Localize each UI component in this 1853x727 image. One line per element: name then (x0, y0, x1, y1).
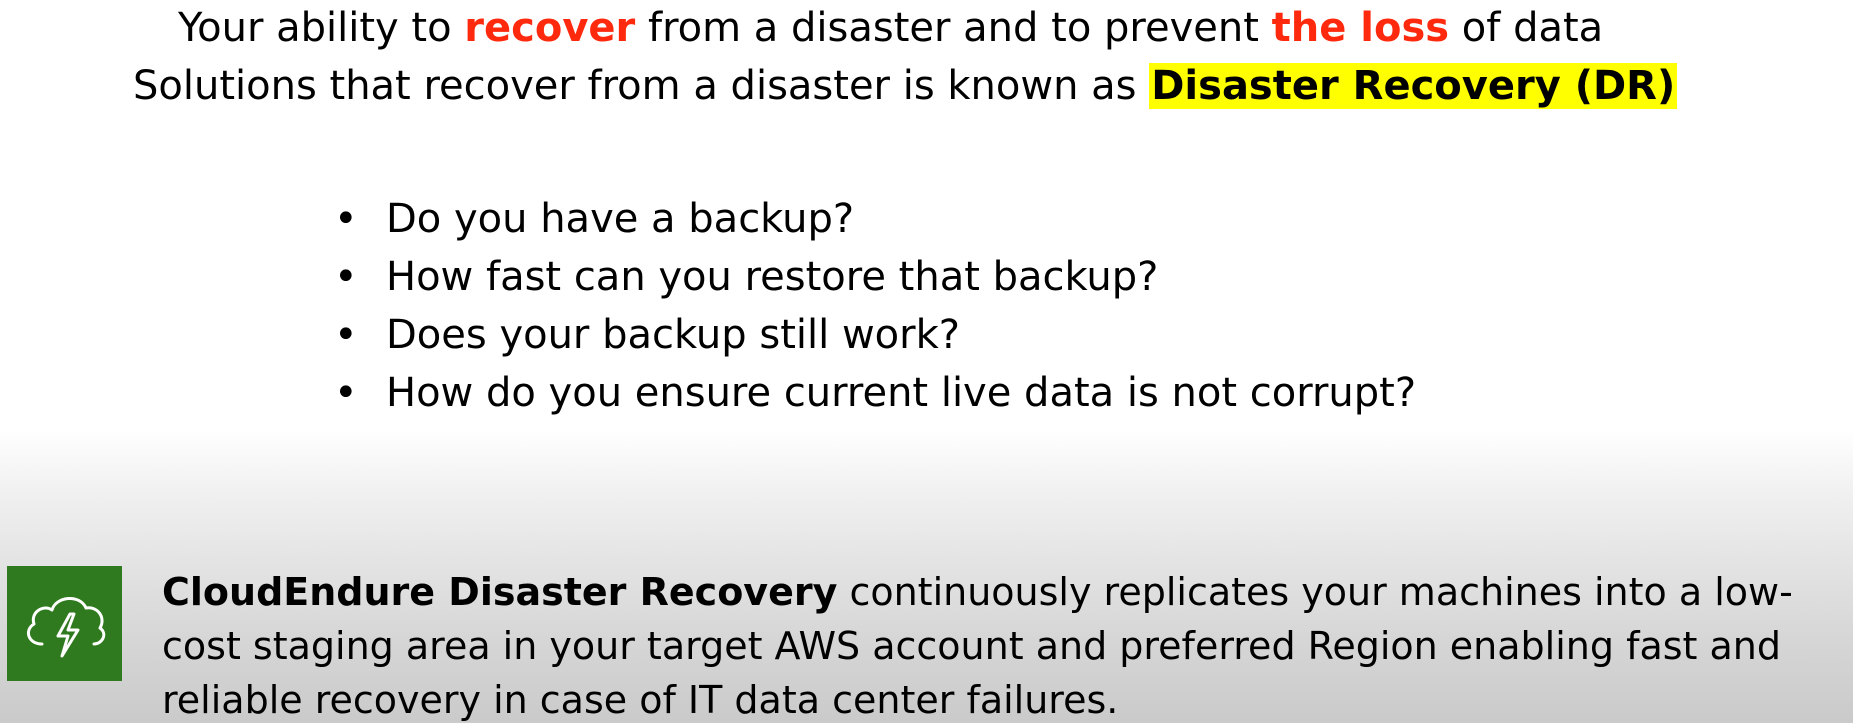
question-text: How fast can you restore that backup? (386, 254, 1159, 300)
headline-suffix: of data (1449, 5, 1604, 51)
headline-line-2: Solutions that recover from a disaster i… (133, 58, 1853, 114)
bullet-icon: • (334, 254, 358, 300)
question-list: • Do you have a backup? • How fast can you… (330, 190, 1416, 422)
cloud-lightning-icon-graphic (26, 596, 105, 657)
bullet-icon: • (334, 196, 358, 242)
headline-middle: from a disaster and to prevent (635, 5, 1272, 51)
list-item: • How fast can you restore that backup? (330, 248, 1416, 306)
list-item: • How do you ensure current live data is … (330, 364, 1416, 422)
service-name: CloudEndure Disaster Recovery (162, 570, 838, 614)
dr-highlight: Disaster Recovery (DR) (1149, 63, 1678, 109)
list-item: • Does your backup still work? (330, 306, 1416, 364)
list-item: • Do you have a backup? (330, 190, 1416, 248)
emphasis-the-loss: the loss (1271, 5, 1450, 51)
service-description: CloudEndure Disaster Recovery continuous… (162, 565, 1822, 727)
question-text: How do you ensure current live data is n… (386, 370, 1417, 416)
question-text: Do you have a backup? (386, 196, 855, 242)
bullet-icon: • (334, 370, 358, 416)
cloud-lightning-icon (7, 566, 122, 681)
headline-prefix: Your ability to (178, 5, 465, 51)
headline-line-2-prefix: Solutions that recover from a disaster i… (133, 63, 1150, 109)
headline-line-1: Your ability to recover from a disaster … (178, 0, 1853, 56)
emphasis-recover: recover (464, 5, 636, 51)
question-text: Does your backup still work? (386, 312, 960, 358)
bullet-icon: • (334, 312, 358, 358)
